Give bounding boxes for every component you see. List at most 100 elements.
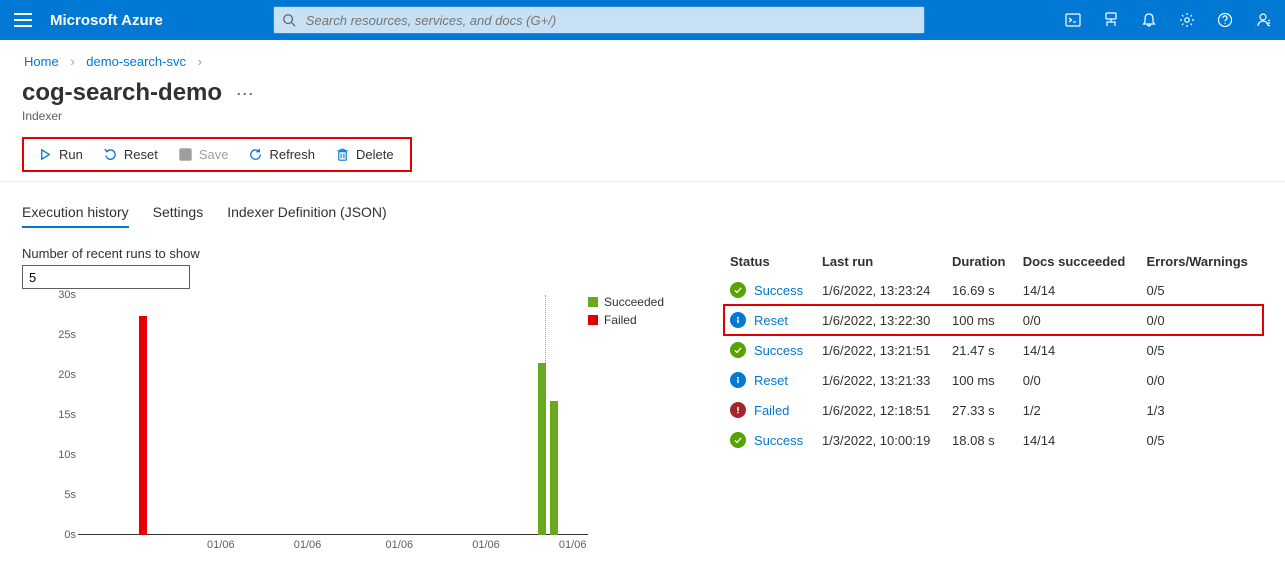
delete-button[interactable]: Delete [325, 141, 404, 168]
save-icon [178, 147, 193, 162]
success-icon [730, 342, 746, 358]
status-link[interactable]: Success [754, 343, 803, 358]
search-icon [282, 13, 296, 27]
help-icon[interactable] [1217, 12, 1233, 28]
cell-docs: 0/0 [1017, 305, 1141, 335]
runs-count-label: Number of recent runs to show [22, 246, 664, 261]
table-row[interactable]: Success 1/6/2022, 13:23:2416.69 s14/140/5 [724, 275, 1263, 305]
execution-chart: Succeeded Failed 0s5s10s15s20s25s30s 01/… [22, 295, 664, 555]
cell-docs: 1/2 [1017, 395, 1141, 425]
y-tick: 25s [48, 329, 76, 341]
global-search[interactable] [273, 6, 925, 34]
more-icon[interactable]: ⋯ [236, 84, 254, 104]
x-tick: 01/06 [472, 539, 500, 551]
status-link[interactable]: Reset [754, 373, 788, 388]
search-input[interactable] [304, 12, 916, 29]
cell-duration: 21.47 s [946, 335, 1017, 365]
runs-table: Status Last run Duration Docs succeeded … [724, 246, 1263, 455]
top-bar: Microsoft Azure [0, 0, 1285, 40]
cell-lastrun: 1/6/2022, 13:21:33 [816, 365, 946, 395]
top-icons [1065, 12, 1271, 28]
brand: Microsoft Azure [50, 12, 163, 29]
col-status: Status [724, 246, 816, 275]
table-row[interactable]: Success 1/3/2022, 10:00:1918.08 s14/140/5 [724, 425, 1263, 455]
cell-duration: 16.69 s [946, 275, 1017, 305]
runs-count-input[interactable] [22, 265, 190, 289]
cell-docs: 0/0 [1017, 365, 1141, 395]
status-link[interactable]: Success [754, 283, 803, 298]
gear-icon[interactable] [1179, 12, 1195, 28]
cell-duration: 27.33 s [946, 395, 1017, 425]
col-duration: Duration [946, 246, 1017, 275]
cell-duration: 100 ms [946, 305, 1017, 335]
status-link[interactable]: Success [754, 433, 803, 448]
cell-docs: 14/14 [1017, 335, 1141, 365]
page-title: cog-search-demo [22, 79, 222, 107]
cell-errors: 0/5 [1141, 425, 1264, 455]
tab-execution-history[interactable]: Execution history [22, 200, 129, 228]
chart-bar[interactable] [538, 363, 546, 535]
x-tick: 01/06 [559, 539, 587, 551]
y-tick: 15s [48, 409, 76, 421]
trash-icon [335, 147, 350, 162]
error-icon [730, 402, 746, 418]
breadcrumb-parent[interactable]: demo-search-svc [86, 54, 186, 69]
breadcrumb-home[interactable]: Home [24, 54, 59, 69]
chart-legend: Succeeded Failed [588, 295, 664, 331]
y-tick: 30s [48, 289, 76, 301]
resource-type: Indexer [22, 109, 1263, 123]
info-icon [730, 372, 746, 388]
status-link[interactable]: Reset [754, 313, 788, 328]
cell-errors: 1/3 [1141, 395, 1264, 425]
cell-lastrun: 1/3/2022, 10:00:19 [816, 425, 946, 455]
cell-docs: 14/14 [1017, 425, 1141, 455]
save-button: Save [168, 141, 239, 168]
cell-errors: 0/5 [1141, 275, 1264, 305]
menu-icon[interactable] [14, 13, 32, 27]
tabs: Execution history Settings Indexer Defin… [22, 200, 1263, 228]
cell-lastrun: 1/6/2022, 13:21:51 [816, 335, 946, 365]
table-row[interactable]: Reset1/6/2022, 13:22:30100 ms0/00/0 [724, 305, 1263, 335]
table-row[interactable]: Reset1/6/2022, 13:21:33100 ms0/00/0 [724, 365, 1263, 395]
refresh-button[interactable]: Refresh [238, 141, 325, 168]
chart-bar[interactable] [139, 316, 147, 535]
chart-bar[interactable] [550, 401, 558, 535]
notifications-icon[interactable] [1141, 12, 1157, 28]
refresh-icon [248, 147, 263, 162]
table-row[interactable]: Success 1/6/2022, 13:21:5121.47 s14/140/5 [724, 335, 1263, 365]
cloud-shell-icon[interactable] [1065, 12, 1081, 28]
cell-duration: 100 ms [946, 365, 1017, 395]
undo-icon [103, 147, 118, 162]
table-row[interactable]: Failed 1/6/2022, 12:18:5127.33 s1/21/3 [724, 395, 1263, 425]
success-icon [730, 282, 746, 298]
y-tick: 0s [48, 529, 76, 541]
breadcrumb: Home › demo-search-svc › [22, 50, 1263, 79]
run-button[interactable]: Run [28, 141, 93, 168]
cell-lastrun: 1/6/2022, 13:23:24 [816, 275, 946, 305]
tab-indexer-definition[interactable]: Indexer Definition (JSON) [227, 200, 387, 228]
success-icon [730, 432, 746, 448]
col-errors: Errors/Warnings [1141, 246, 1264, 275]
cell-errors: 0/5 [1141, 335, 1264, 365]
col-docs: Docs succeeded [1017, 246, 1141, 275]
directory-icon[interactable] [1103, 12, 1119, 28]
cell-lastrun: 1/6/2022, 12:18:51 [816, 395, 946, 425]
tab-settings[interactable]: Settings [153, 200, 204, 228]
x-tick: 01/06 [294, 539, 322, 551]
chevron-right-icon: › [70, 54, 74, 69]
cell-errors: 0/0 [1141, 365, 1264, 395]
cell-lastrun: 1/6/2022, 13:22:30 [816, 305, 946, 335]
col-lastrun: Last run [816, 246, 946, 275]
y-tick: 5s [48, 489, 76, 501]
x-tick: 01/06 [386, 539, 414, 551]
status-link[interactable]: Failed [754, 403, 789, 418]
chevron-right-icon: › [198, 54, 202, 69]
cell-errors: 0/0 [1141, 305, 1264, 335]
feedback-icon[interactable] [1255, 12, 1271, 28]
reset-button[interactable]: Reset [93, 141, 168, 168]
info-icon [730, 312, 746, 328]
cell-docs: 14/14 [1017, 275, 1141, 305]
cell-duration: 18.08 s [946, 425, 1017, 455]
x-tick: 01/06 [207, 539, 235, 551]
y-tick: 20s [48, 369, 76, 381]
